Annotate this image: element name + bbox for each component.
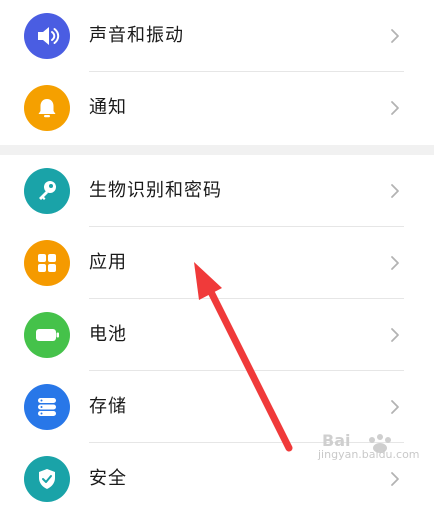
- settings-item-sound-vibration[interactable]: 声音和振动: [0, 0, 434, 72]
- key-icon: [24, 168, 70, 214]
- settings-item-label: 声音和振动: [89, 25, 184, 46]
- settings-item-notifications[interactable]: 通知: [0, 72, 434, 144]
- chevron-right-icon: [391, 101, 399, 115]
- settings-item-label: 通知: [89, 97, 127, 118]
- chevron-right-icon: [391, 29, 399, 43]
- settings-group-sound-notify: 声音和振动 通知: [0, 0, 434, 145]
- watermark-site-text: jingyan.baidu.com: [318, 448, 420, 461]
- chevron-right-icon: [391, 256, 399, 270]
- storage-icon: [24, 384, 70, 430]
- battery-icon: [24, 312, 70, 358]
- shield-icon: [24, 456, 70, 502]
- settings-item-apps[interactable]: 应用: [0, 227, 434, 299]
- chevron-right-icon: [391, 328, 399, 342]
- settings-item-label: 安全: [89, 468, 127, 489]
- settings-item-biometrics-password[interactable]: 生物识别和密码: [0, 155, 434, 227]
- settings-item-label: 存储: [89, 396, 127, 417]
- settings-item-label: 生物识别和密码: [89, 180, 222, 201]
- settings-item-label: 应用: [89, 252, 127, 273]
- chevron-right-icon: [391, 400, 399, 414]
- bell-icon: [24, 85, 70, 131]
- speaker-icon: [24, 13, 70, 59]
- chevron-right-icon: [391, 184, 399, 198]
- section-separator: [0, 145, 434, 155]
- settings-item-label: 电池: [89, 324, 127, 345]
- apps-grid-icon: [24, 240, 70, 286]
- settings-item-battery[interactable]: 电池: [0, 299, 434, 371]
